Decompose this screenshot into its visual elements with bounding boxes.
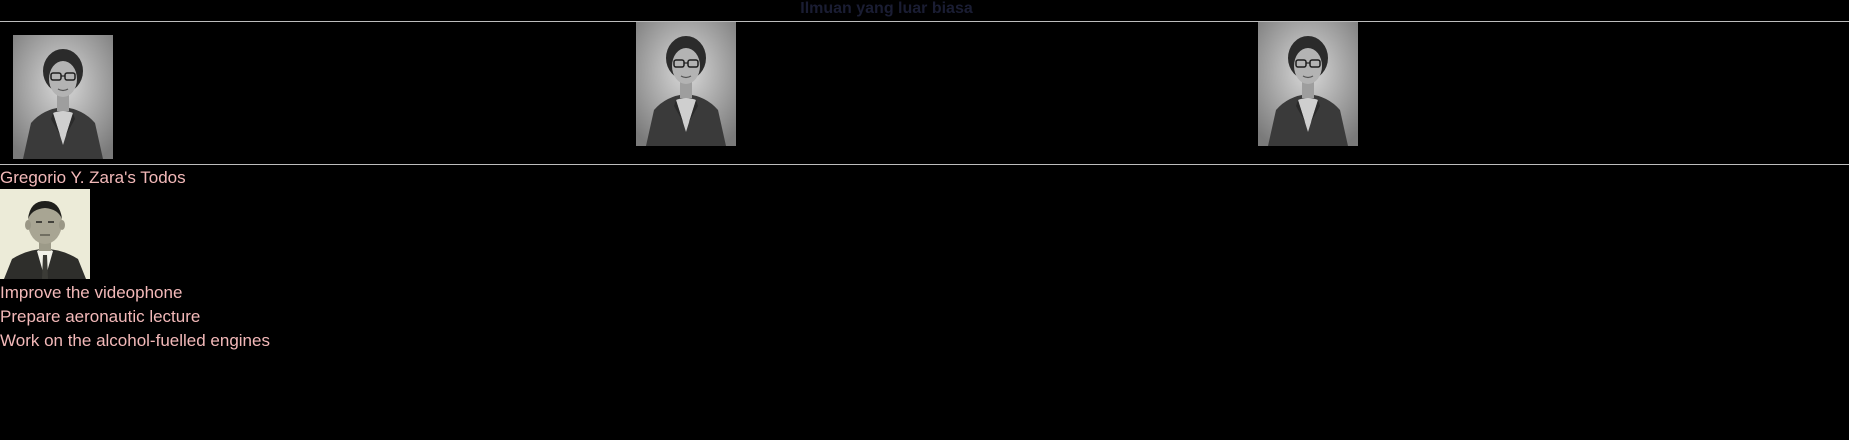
todo-item: Prepare aeronautic lecture <box>0 307 201 326</box>
top-divider <box>0 21 1849 22</box>
todo-item: Improve the videophone <box>0 283 183 302</box>
scientist-photo-2 <box>636 22 736 146</box>
scientist-photo-1 <box>13 35 113 159</box>
todo-list: Improve the videophone Prepare aeronauti… <box>0 281 270 353</box>
section-divider <box>0 164 1849 165</box>
todo-item: Work on the alcohol-fuelled engines <box>0 331 270 350</box>
todos-heading: Gregorio Y. Zara's Todos <box>0 168 186 187</box>
scientist-photo-3 <box>1258 22 1358 146</box>
page-title: Ilmuan yang luar biasa <box>800 0 973 17</box>
gregorio-zara-portrait <box>0 189 90 279</box>
